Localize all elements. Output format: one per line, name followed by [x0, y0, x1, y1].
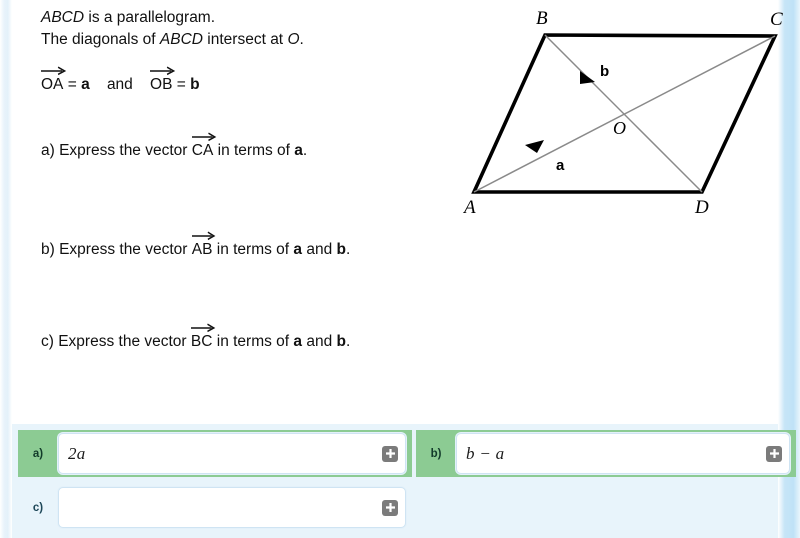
part-c-middle: in terms of — [212, 333, 294, 350]
answer-input-a[interactable]: 2a — [58, 433, 406, 474]
answer-row-b: b) b − a — [416, 430, 796, 477]
answer-row-c: c) — [18, 483, 412, 532]
given-eq-2: = — [172, 76, 191, 93]
vector-label-b: b — [600, 63, 609, 80]
answer-value-b: b − a — [466, 443, 505, 463]
vector-ob-label: OB — [150, 76, 173, 93]
part-b-term-b: b — [336, 241, 346, 258]
vector-arrow-icon — [41, 65, 67, 76]
parallelogram-diagram: B C A D O a b — [452, 0, 792, 225]
stem-line-2-italic: ABCD — [159, 31, 203, 49]
part-b-term-a: a — [293, 241, 303, 258]
part-c-conj: and — [302, 333, 337, 350]
given-eq-1: = — [63, 76, 82, 93]
stem-line-1: ABCD is a parallelogram. — [41, 7, 304, 29]
question-part-a: a) Express the vector CA in terms of a. — [41, 132, 308, 162]
vertex-label-d: D — [694, 197, 709, 218]
vector-label-a: a — [556, 157, 565, 174]
stem-line-2-pre: The diagonals of — [41, 31, 160, 49]
answer-label-c: c) — [32, 501, 44, 514]
answer-row-a: a) 2a — [18, 430, 412, 477]
answer-area: a) 2a b) b − a c) — [12, 424, 796, 538]
stem-line-2-italic2: O — [287, 31, 300, 49]
given-value-a: a — [81, 76, 90, 93]
answer-label-b: b) — [430, 447, 442, 460]
part-b-conj: and — [302, 241, 337, 258]
stem-line-1-post: is a parallelogram. — [84, 9, 216, 26]
vector-bc: BC — [190, 323, 216, 353]
question-part-b: b) Express the vector AB in terms of a a… — [41, 231, 351, 261]
vector-oa-label: OA — [41, 76, 64, 93]
stem-line-2-post: intersect at — [203, 31, 288, 49]
part-c-prefix: c) Express the vector — [41, 333, 191, 350]
answer-input-c[interactable] — [58, 487, 406, 528]
plus-icon[interactable] — [382, 499, 398, 516]
vector-ca: CA — [191, 132, 217, 162]
stem-line-1-italic: ABCD — [41, 9, 85, 26]
part-b-prefix: b) Express the vector — [41, 241, 192, 258]
given-conjunction: and — [106, 76, 133, 93]
vector-arrow-icon — [191, 131, 217, 142]
stem-line-2: The diagonals of ABCD intersect at O. — [41, 29, 304, 51]
vertex-label-c: C — [770, 9, 783, 30]
part-c-term-b: b — [336, 333, 346, 350]
vector-oa: OA — [41, 66, 67, 96]
part-c-suffix: . — [345, 333, 351, 350]
part-c-term-a: a — [293, 333, 303, 350]
left-edge-strip — [0, 0, 12, 538]
vector-ab: AB — [191, 231, 216, 261]
given-vectors: OA = a and OB = b — [41, 66, 200, 96]
vector-ab-label: AB — [191, 241, 213, 258]
vertex-label-a: A — [462, 197, 476, 218]
part-a-suffix: . — [302, 142, 308, 159]
vector-ca-label: CA — [191, 142, 214, 159]
vertex-label-o: O — [613, 118, 626, 138]
part-a-prefix: a) Express the vector — [41, 142, 192, 159]
vector-a-arrowhead-icon — [525, 140, 544, 153]
plus-icon[interactable] — [766, 445, 782, 462]
part-a-middle: in terms of — [213, 142, 295, 159]
answer-input-b[interactable]: b − a — [456, 433, 790, 474]
question-part-c: c) Express the vector BC in terms of a a… — [41, 323, 351, 353]
vector-ob: OB — [150, 66, 176, 96]
plus-icon[interactable] — [382, 445, 398, 462]
answer-value-a: 2a — [68, 443, 86, 463]
answer-label-a: a) — [32, 447, 44, 460]
vector-arrow-icon — [150, 65, 176, 76]
part-a-term-a: a — [294, 142, 303, 159]
vector-b-arrowhead-icon — [580, 71, 595, 84]
question-area: ABCD is a parallelogram. The diagonals o… — [12, 0, 783, 424]
vertex-label-b: B — [536, 8, 548, 29]
given-value-b: b — [190, 76, 200, 93]
vector-bc-label: BC — [190, 333, 213, 350]
question-stem: ABCD is a parallelogram. The diagonals o… — [41, 7, 304, 52]
part-b-middle: in terms of — [212, 241, 294, 258]
vector-arrow-icon — [191, 230, 216, 241]
diagonal-bd — [544, 34, 703, 193]
stem-line-2-end: . — [299, 31, 304, 49]
part-b-suffix: . — [346, 241, 351, 258]
vector-arrow-icon — [190, 322, 216, 333]
